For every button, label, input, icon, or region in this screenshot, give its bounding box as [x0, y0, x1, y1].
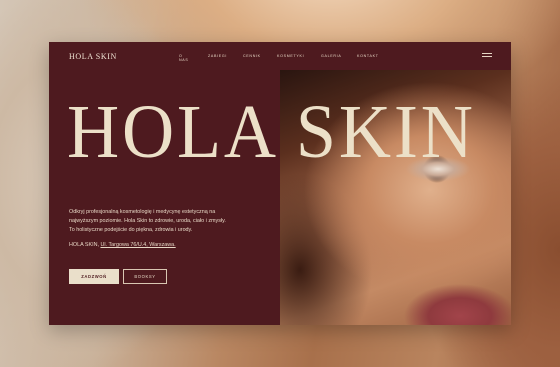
nav-item-zabiegi[interactable]: ZABIEGI	[208, 54, 227, 58]
nav-item-kosmetyki[interactable]: KOSMETYKI	[277, 54, 304, 58]
top-nav: HOLA SKIN O NAS ZABIEGI CENNIK KOSMETYKI…	[49, 42, 511, 70]
nav-item-o-nas[interactable]: O NAS	[179, 54, 188, 62]
hamburger-icon[interactable]	[482, 53, 492, 58]
logo[interactable]: HOLA SKIN	[69, 52, 117, 61]
nav-item-cennik[interactable]: CENNIK	[243, 54, 261, 58]
address-prefix: HOLA SKIN,	[69, 242, 99, 248]
description-line: najwyższym poziomie. Hola Skin to zdrowi…	[69, 218, 226, 224]
address-link[interactable]: Ul. Targowa 76/U.4, Warszawa.	[100, 242, 175, 248]
call-button[interactable]: ZADZWOŃ	[69, 269, 119, 284]
description: Odkryj profesjonalną kosmetologię i medy…	[69, 208, 264, 235]
booksy-button[interactable]: BOOKSY	[123, 269, 167, 284]
hero-title: HOLA SKIN	[67, 90, 476, 174]
address: HOLA SKIN, Ul. Targowa 76/U.4, Warszawa.	[69, 242, 176, 248]
hero-card: HOLA SKIN O NAS ZABIEGI CENNIK KOSMETYKI…	[49, 42, 511, 325]
description-line: Odkryj profesjonalną kosmetologię i medy…	[69, 209, 216, 215]
nav-item-kontakt[interactable]: KONTAKT	[357, 54, 379, 58]
nav-item-galeria[interactable]: GALERIA	[321, 54, 341, 58]
description-line: To holistyczne podejście do piękna, zdro…	[69, 227, 193, 233]
